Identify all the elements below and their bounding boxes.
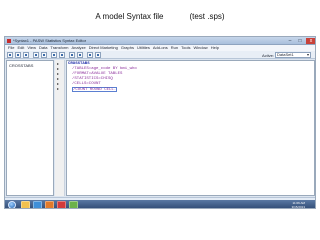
active-dataset-value: DataSet1 (277, 52, 294, 57)
editor-gutter: ▸ ▸ ▸ ▸ ▸ ▸ (55, 60, 65, 196)
slide-subtitle-text: (test .sps) (189, 12, 225, 21)
nav-item-crosstabs[interactable]: CROSSTABS (9, 63, 33, 68)
toolbar: Active: DataSet1 ▾ (5, 51, 315, 59)
close-button[interactable]: x (306, 38, 315, 44)
minimize-button[interactable]: – (286, 38, 294, 44)
goto-case-icon[interactable] (51, 52, 57, 58)
syntax-editor[interactable]: CROSSTABS /TABLES=age_code BY bmi_who /F… (66, 60, 315, 196)
print-icon[interactable] (23, 52, 29, 58)
window-title: *Syntax1 - PASW Statistics Syntax Editor (13, 38, 87, 43)
open-icon[interactable] (7, 52, 13, 58)
command-arrow-icon: ▸ (57, 86, 60, 91)
slide-title: A model Syntax file (test .sps) (0, 12, 320, 26)
comment-icon[interactable] (95, 52, 101, 58)
bookmark-icon[interactable] (87, 52, 93, 58)
taskbar-app-icon[interactable] (57, 201, 66, 208)
run-selection-icon[interactable] (69, 52, 75, 58)
taskbar-app-icon[interactable] (69, 201, 78, 208)
screenshot: *Syntax1 - PASW Statistics Syntax Editor… (4, 36, 316, 209)
system-clock[interactable]: 11:06 AM 3/15/2013 (275, 201, 305, 209)
windows-taskbar: 11:06 AM 3/15/2013 (5, 200, 315, 209)
slide-title-text: A model Syntax file (95, 12, 164, 21)
active-dataset-select[interactable]: DataSet1 ▾ (275, 52, 311, 58)
variables-icon[interactable] (59, 52, 65, 58)
taskbar-app-icon[interactable] (45, 201, 54, 208)
clock-date: 3/15/2013 (291, 205, 305, 209)
undo-icon[interactable] (33, 52, 39, 58)
window-titlebar: *Syntax1 - PASW Statistics Syntax Editor… (5, 37, 315, 45)
taskbar-app-icon[interactable] (33, 201, 42, 208)
breakpoint-icon[interactable] (77, 52, 83, 58)
save-icon[interactable] (15, 52, 21, 58)
taskbar-app-icon[interactable] (21, 201, 30, 208)
code-line-current: /COUNT ROUND CELL. (72, 87, 118, 92)
active-dataset-label: Active: (262, 53, 275, 58)
app-icon (7, 39, 11, 43)
start-button[interactable] (8, 201, 16, 208)
maximize-button[interactable]: □ (296, 38, 304, 44)
chevron-down-icon: ▾ (306, 52, 309, 57)
redo-icon[interactable] (41, 52, 47, 58)
syntax-navigation-pane: CROSSTABS (6, 60, 54, 196)
